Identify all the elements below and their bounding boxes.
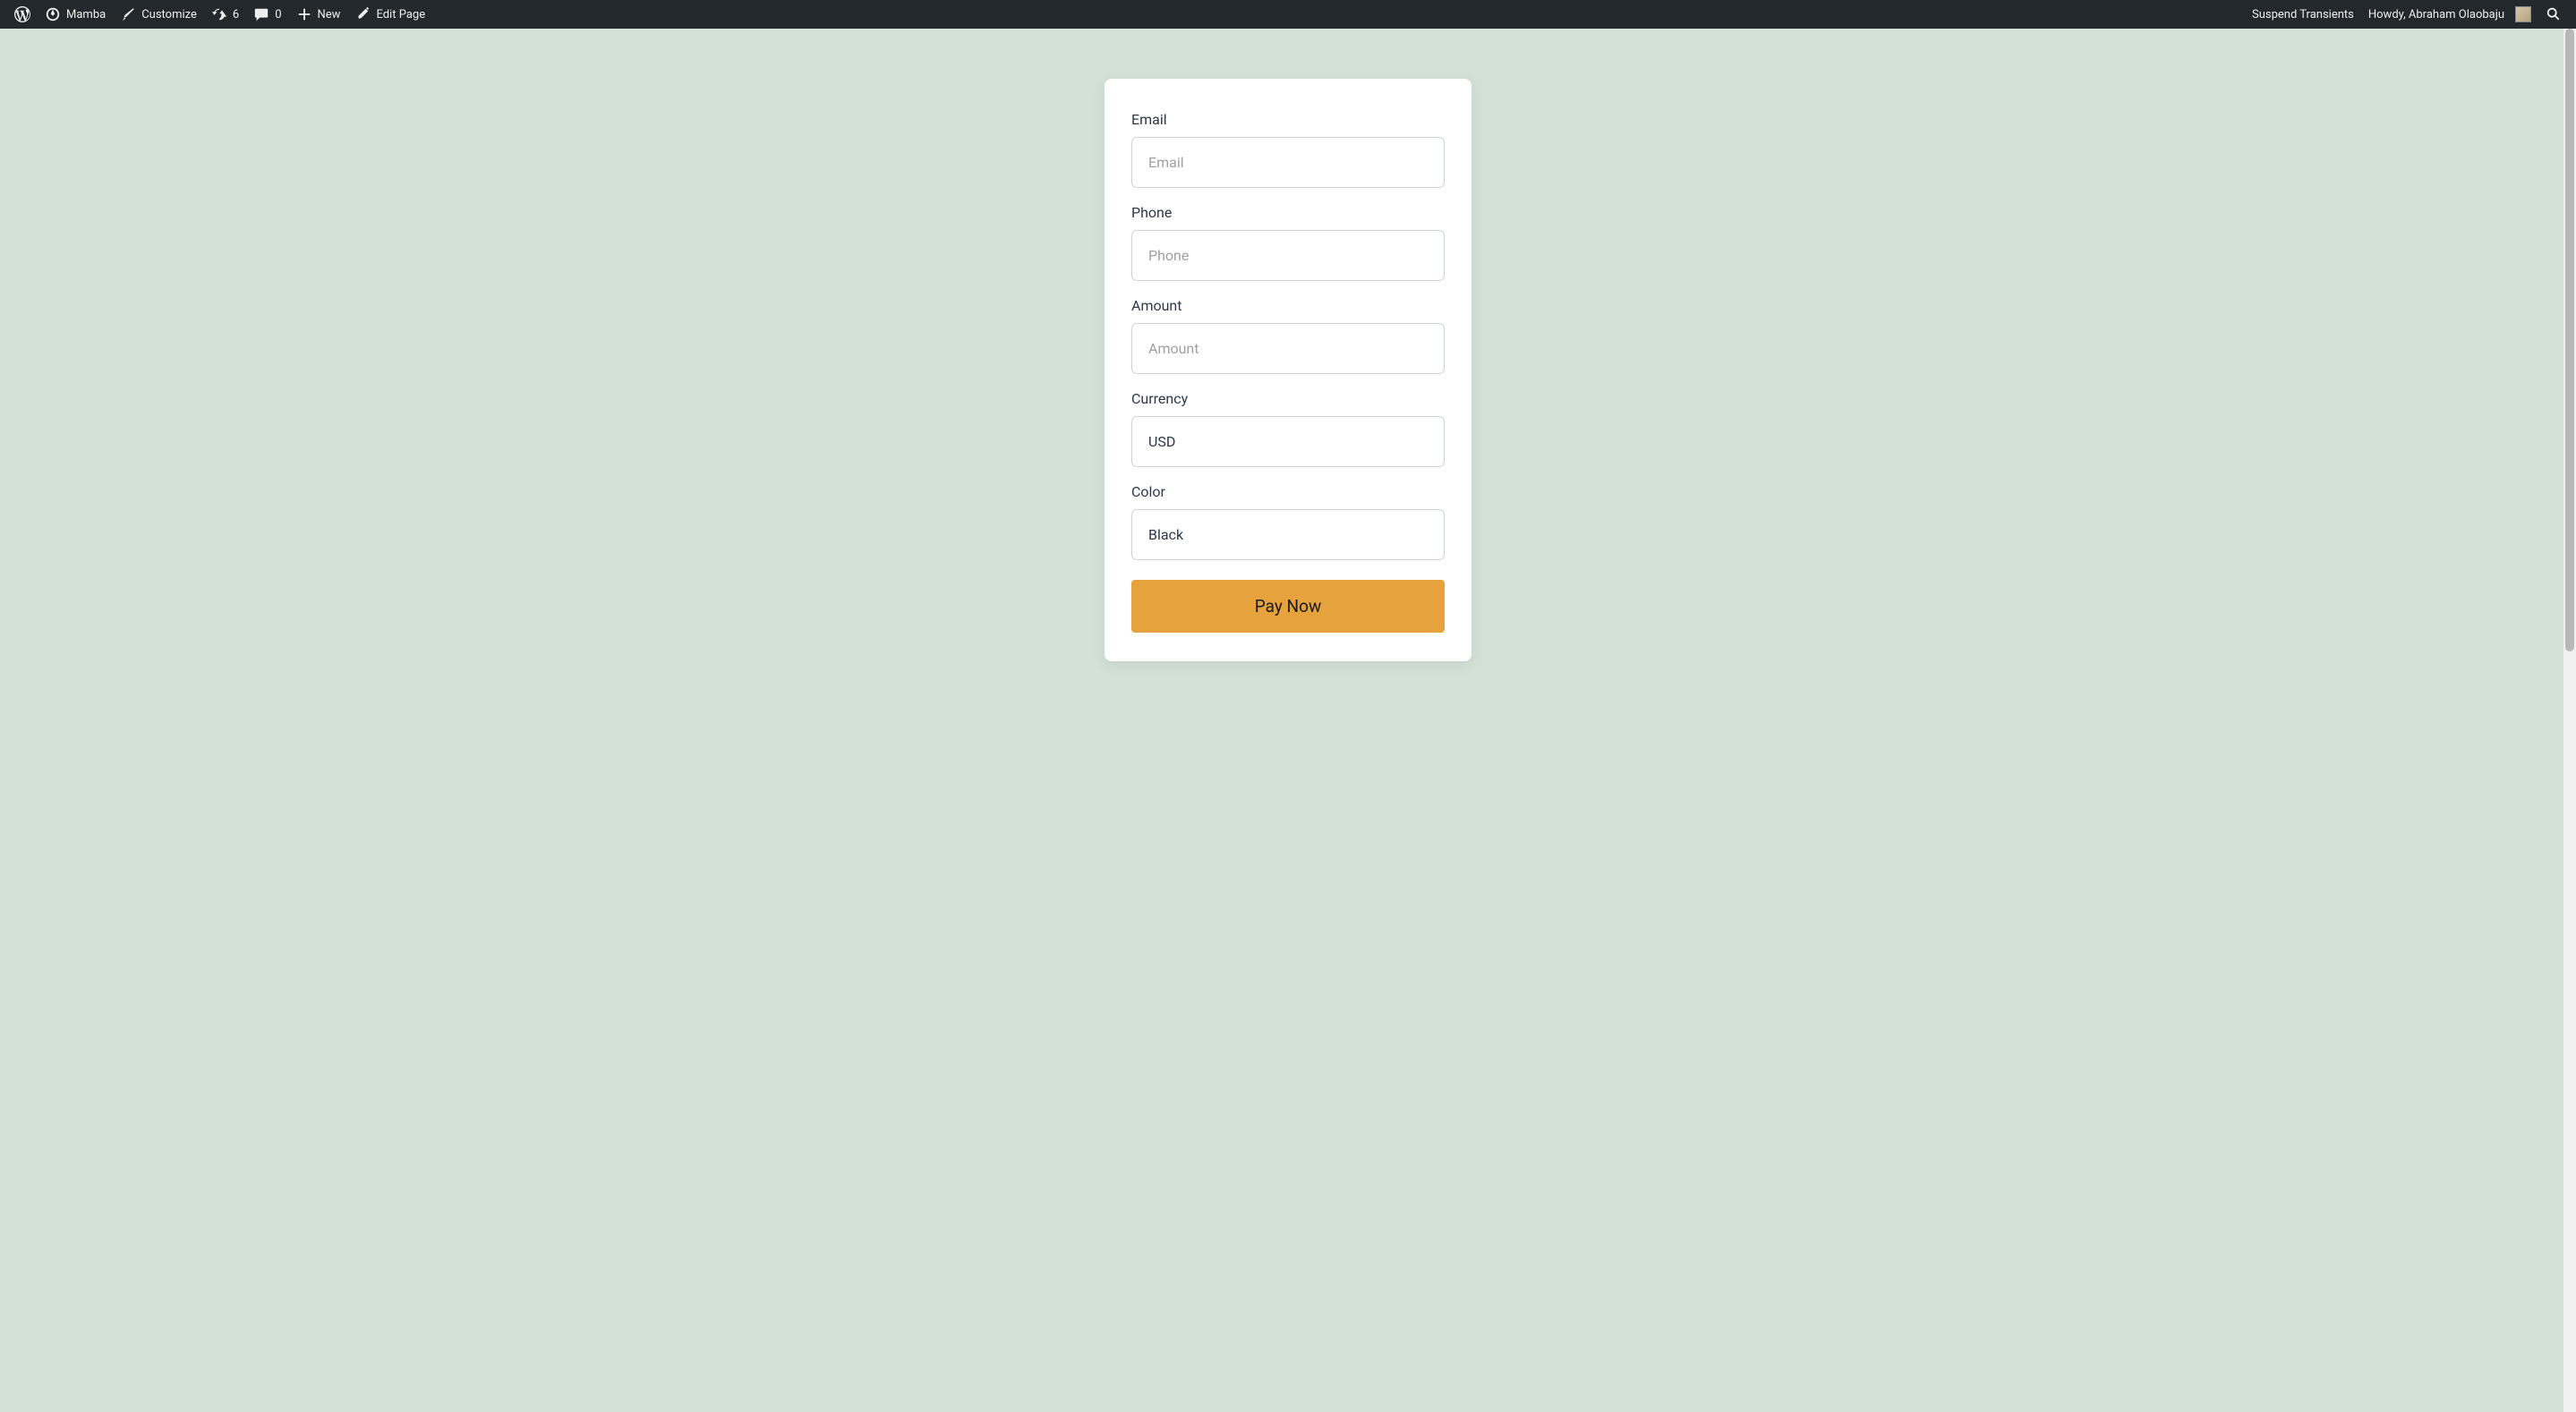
amount-input[interactable]	[1131, 323, 1445, 374]
email-group: Email	[1131, 111, 1445, 188]
suspend-transients-label: Suspend Transients	[2252, 8, 2354, 21]
search-toggle[interactable]	[2538, 0, 2569, 29]
phone-group: Phone	[1131, 204, 1445, 281]
admin-bar-right: Suspend Transients Howdy, Abraham Olaoba…	[2245, 0, 2569, 29]
admin-bar-left: Mamba Customize 6 0 New	[7, 0, 432, 29]
color-select[interactable]: Black	[1131, 509, 1445, 560]
payment-form-card: Email Phone Amount Currency USD Color Bl…	[1105, 79, 1471, 661]
amount-group: Amount	[1131, 297, 1445, 374]
edit-page-link[interactable]: Edit Page	[347, 0, 432, 29]
updates-count: 6	[233, 8, 239, 21]
brush-icon	[120, 6, 136, 22]
edit-page-label: Edit Page	[376, 8, 425, 21]
email-label: Email	[1131, 111, 1445, 128]
pay-now-button[interactable]: Pay Now	[1131, 580, 1445, 633]
currency-group: Currency USD	[1131, 390, 1445, 467]
comments-count: 0	[275, 8, 281, 21]
comment-icon	[253, 6, 269, 22]
new-content-link[interactable]: New	[289, 0, 348, 29]
color-label: Color	[1131, 483, 1445, 500]
phone-input[interactable]	[1131, 230, 1445, 281]
avatar	[2515, 6, 2531, 22]
amount-label: Amount	[1131, 297, 1445, 314]
search-icon	[2546, 6, 2562, 22]
content-wrap: Email Phone Amount Currency USD Color Bl…	[0, 0, 2576, 1412]
scrollbar-track[interactable]	[2563, 29, 2576, 1412]
refresh-icon	[211, 6, 227, 22]
new-content-label: New	[318, 8, 341, 21]
suspend-transients-link[interactable]: Suspend Transients	[2245, 0, 2361, 29]
email-input[interactable]	[1131, 137, 1445, 188]
howdy-label: Howdy, Abraham Olaobaju	[2368, 8, 2504, 21]
site-name-label: Mamba	[66, 8, 106, 21]
currency-select[interactable]: USD	[1131, 416, 1445, 467]
comments-link[interactable]: 0	[246, 0, 288, 29]
site-name-link[interactable]: Mamba	[38, 0, 113, 29]
wp-admin-bar: Mamba Customize 6 0 New	[0, 0, 2576, 29]
my-account-link[interactable]: Howdy, Abraham Olaobaju	[2361, 0, 2538, 29]
customize-link[interactable]: Customize	[113, 0, 204, 29]
dashboard-icon	[45, 6, 61, 22]
customize-label: Customize	[141, 8, 197, 21]
wp-logo-menu[interactable]	[7, 0, 38, 29]
plus-icon	[296, 6, 312, 22]
updates-link[interactable]: 6	[204, 0, 246, 29]
currency-label: Currency	[1131, 390, 1445, 407]
scrollbar-thumb[interactable]	[2565, 29, 2574, 651]
phone-label: Phone	[1131, 204, 1445, 221]
wordpress-icon	[14, 6, 30, 22]
color-group: Color Black	[1131, 483, 1445, 560]
pencil-icon	[354, 6, 371, 22]
